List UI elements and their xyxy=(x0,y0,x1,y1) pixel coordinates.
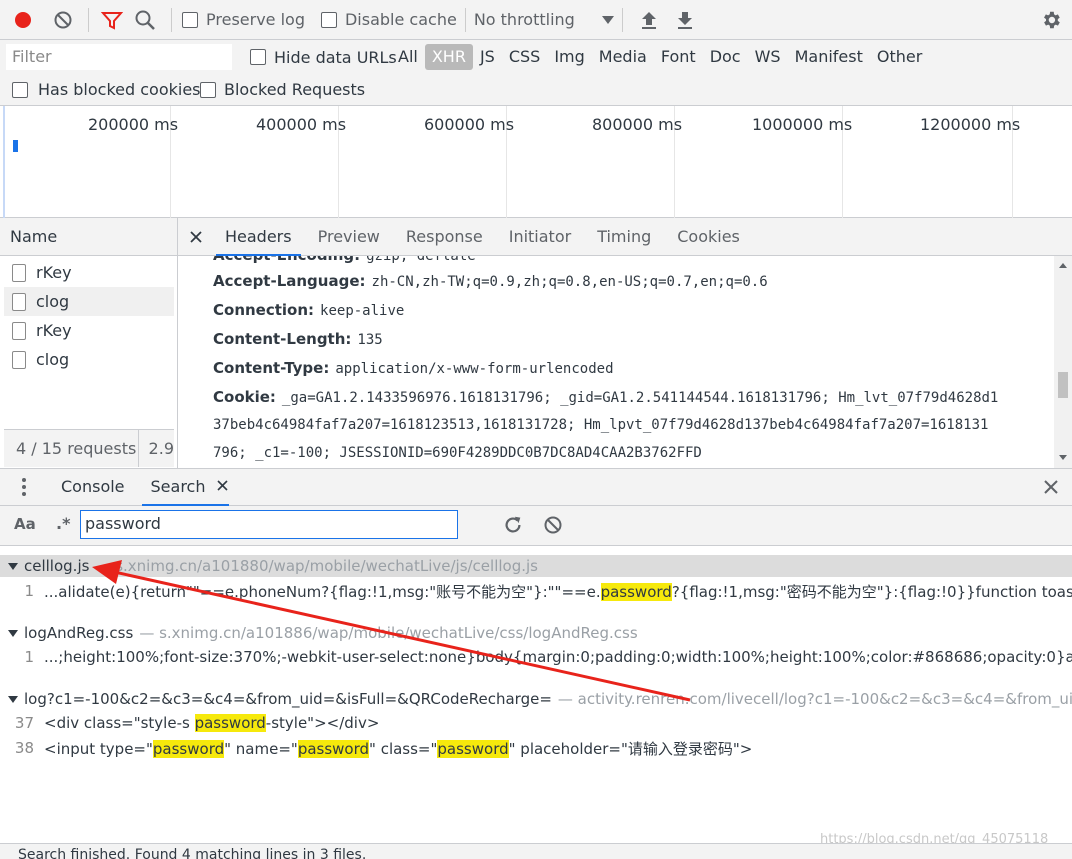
search-status-bar: Search finished. Found 4 matching lines … xyxy=(0,843,1072,859)
annotation-arrow xyxy=(92,560,691,702)
